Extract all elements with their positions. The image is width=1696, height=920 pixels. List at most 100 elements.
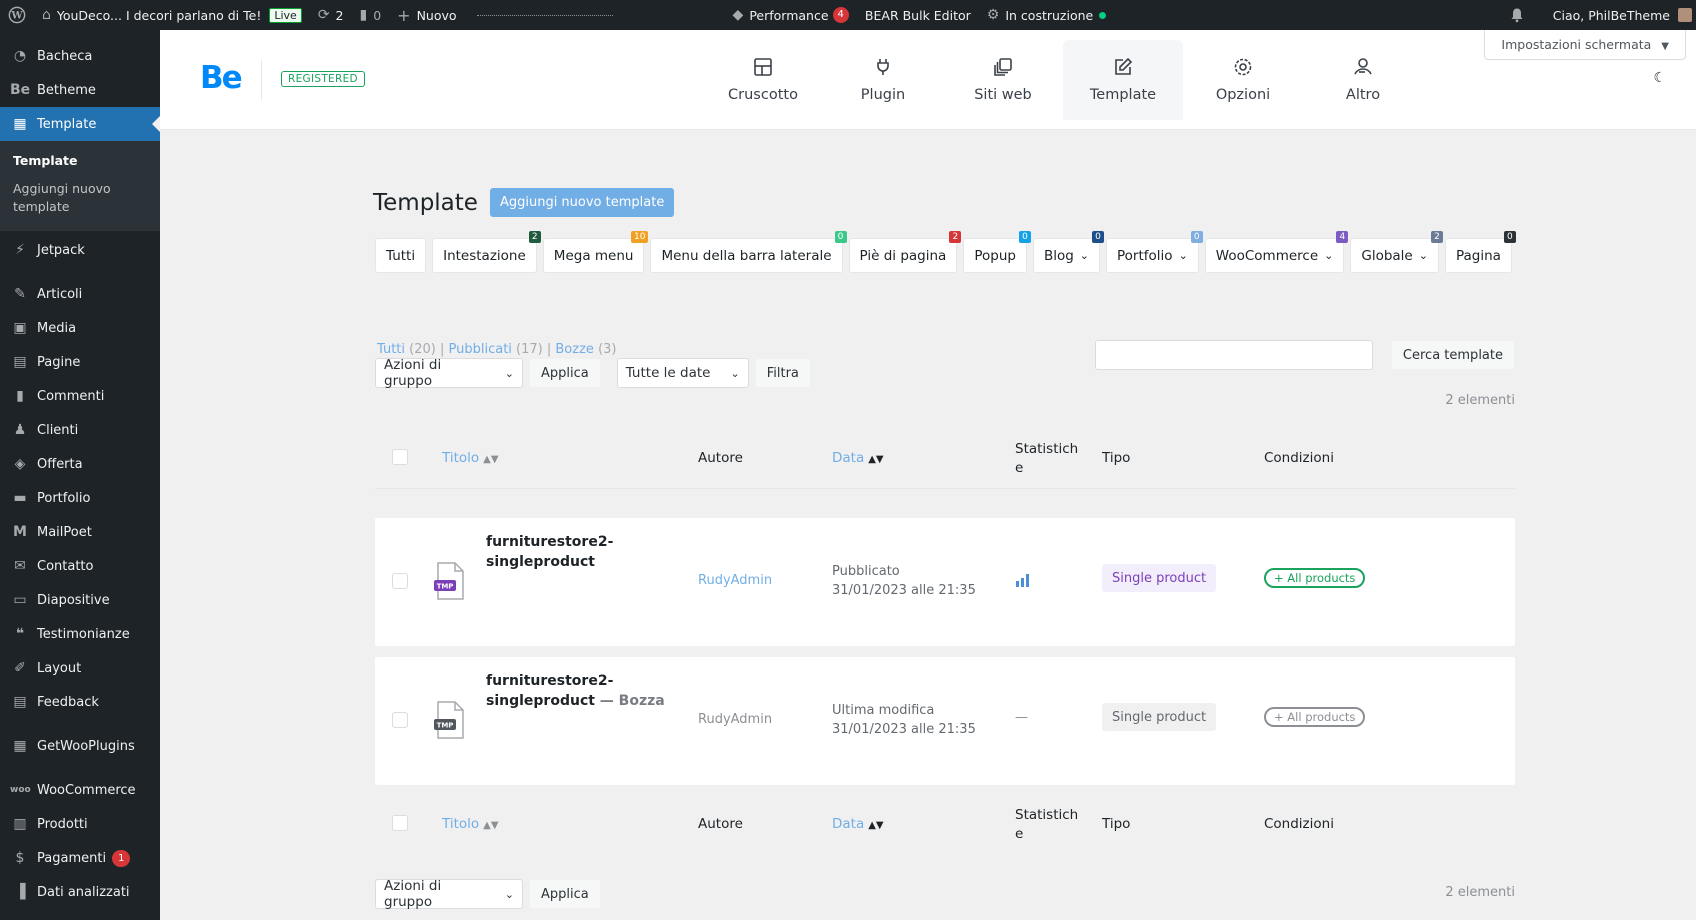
gear-icon: ⚙ [986,7,1000,23]
filter-mega-menu[interactable]: Mega menu 10 [542,231,649,273]
row-checkbox[interactable] [392,573,408,589]
filter-portfolio[interactable]: Portfolio ⌄ 0 [1106,231,1203,273]
column-date[interactable]: Data ▲▼ [832,816,884,832]
view-drafts[interactable]: Bozze (3) [555,342,616,357]
edit-icon [1115,57,1133,75]
filter-pie-di-pagina[interactable]: Piè di pagina 2 [848,231,962,273]
bulk-actions-select[interactable]: Azioni di gruppo ⌄ [375,357,523,389]
view-published[interactable]: Pubblicati (17) [449,342,543,357]
filter-menu-barra-laterale[interactable]: Menu della barra laterale 0 [650,231,847,273]
sidebar-item-contatto[interactable]: ✉ Contatto [0,549,160,583]
filter-label: Globale [1361,247,1413,264]
template-submenu: Template Aggiungi nuovo template [0,141,160,232]
dark-mode-icon[interactable]: ☾ [1653,70,1666,86]
column-label: Data [832,450,865,466]
chevron-down-icon: ⌄ [730,366,740,380]
gear-icon [1234,58,1252,76]
sidebar-item-betheme[interactable]: Be Betheme [0,73,160,107]
sidebar-item-jetpack[interactable]: ⚡ Jetpack [0,233,160,267]
wordpress-logo[interactable]: W [0,0,34,30]
sidebar-item-getwooplugins[interactable]: ▦ GetWooPlugins [0,729,160,763]
sidebar-item-dati-analizzati[interactable]: ▐ Dati analizzati [0,875,160,909]
submenu-add-new-template[interactable]: Aggiungi nuovo template [0,175,160,221]
row-title-link[interactable]: furniturestore2- singleproduct — Bozza [486,671,665,711]
tab-template[interactable]: Template [1063,40,1183,120]
apply-button-bottom[interactable]: Applica [529,879,601,909]
sidebar-item-clienti[interactable]: ♟ Clienti [0,413,160,447]
select-value: Azioni di gruppo [384,878,442,910]
tab-cruscotto[interactable]: Cruscotto [703,40,823,120]
plugin-icon: ▦ [13,738,27,755]
row-title-link[interactable]: furniturestore2- singleproduct [486,532,613,572]
condition-badge[interactable]: + All products [1264,568,1366,588]
view-all[interactable]: Tutti (20) [377,342,436,357]
table-row[interactable]: TMP furniturestore2- singleproduct RudyAd… [375,518,1515,646]
account-link[interactable]: Ciao, PhilBeTheme [1545,0,1696,30]
sidebar-item-testimonianze[interactable]: ❝ Testimonianze [0,617,160,651]
sidebar-item-template[interactable]: ▦ Template [0,107,160,141]
sidebar-item-diapositive[interactable]: ▭ Diapositive [0,583,160,617]
bulk-actions-select-bottom[interactable]: Azioni di gruppo ⌄ [375,878,523,910]
stats-chart-icon[interactable] [1015,572,1033,588]
column-title[interactable]: Titolo ▲▼ [442,816,499,832]
sidebar-item-pagamenti[interactable]: $ Pagamenti 1 [0,841,160,875]
sidebar-item-prodotti[interactable]: ▥ Prodotti [0,807,160,841]
filter-intestazione[interactable]: Intestazione 2 [432,231,541,273]
screen-options-button[interactable]: Impostazioni schermata ▼ [1484,30,1686,60]
sidebar-item-pagine[interactable]: ▤ Pagine [0,345,160,379]
notifications-link[interactable] [1501,0,1545,30]
column-label: Statistich [1015,441,1079,457]
dates-select[interactable]: Tutte le date ⌄ [616,358,749,388]
filter-popup[interactable]: Popup 0 [963,231,1031,273]
payment-icon: $ [15,850,25,867]
svg-text:W: W [10,11,23,22]
select-all-checkbox[interactable] [392,815,408,831]
maintenance-link[interactable]: ⚙ In costruzione [979,0,1114,30]
sidebar-item-offerta[interactable]: ◈ Offerta [0,447,160,481]
updates-link[interactable]: ⟳ 2 [310,0,352,30]
comments-link[interactable]: ▮ 0 [352,0,390,30]
apply-button[interactable]: Applica [529,358,601,388]
filter-button[interactable]: Filtra [754,358,811,388]
tab-opzioni[interactable]: Opzioni [1183,40,1303,120]
select-all-checkbox[interactable] [392,449,408,465]
new-content-link[interactable]: + Nuovo [389,0,464,30]
sidebar-item-mailpoet[interactable]: M MailPoet [0,515,160,549]
sidebar-item-layout[interactable]: ✐ Layout [0,651,160,685]
table-row[interactable]: TMP furniturestore2- singleproduct — Bozz… [375,657,1515,785]
filter-count: 0 [1018,231,1031,243]
sidebar-item-commenti[interactable]: ▮ Commenti [0,379,160,413]
row-author-link[interactable]: RudyAdmin [698,573,772,588]
bear-link[interactable]: BEAR Bulk Editor [857,0,979,30]
search-input[interactable] [1095,340,1373,370]
media-icon: ▣ [13,320,27,337]
add-new-template-button[interactable]: Aggiungi nuovo template [489,188,675,217]
sidebar-item-media[interactable]: ▣ Media [0,311,160,345]
tab-siti-web[interactable]: Siti web [943,40,1063,120]
filter-woocommerce[interactable]: WooCommerce ⌄ 4 [1204,231,1349,273]
filter-globale[interactable]: Globale ⌄ 2 [1350,231,1443,273]
filter-pagina[interactable]: Pagina 0 [1444,231,1516,273]
column-title[interactable]: Titolo ▲▼ [442,450,499,466]
be-logo[interactable]: Be [200,60,243,96]
search-templates-button[interactable]: Cerca template [1390,340,1515,370]
sidebar-item-portfolio[interactable]: ▬ Portfolio [0,481,160,515]
sidebar-item-articoli[interactable]: ✎ Articoli [0,277,160,311]
admin-search[interactable] [476,14,613,16]
chevron-down-icon: ⌄ [504,366,514,380]
tab-label: Plugin [860,87,906,103]
tab-altro[interactable]: Altro [1303,40,1423,120]
sidebar-item-woocommerce[interactable]: woo WooCommerce [0,773,160,807]
column-date[interactable]: Data ▲▼ [832,450,884,466]
tab-plugin[interactable]: Plugin [823,40,943,120]
performance-link[interactable]: ◆ Performance 4 [725,0,857,30]
sidebar-item-feedback[interactable]: ▤ Feedback [0,685,160,719]
filter-blog[interactable]: Blog ⌄ 0 [1032,231,1105,273]
condition-badge[interactable]: + All products [1264,707,1366,727]
site-name-link[interactable]: ⌂ YouDeco... I decori parlano di Te! Liv… [34,0,310,30]
submenu-template[interactable]: Template [0,147,160,175]
row-checkbox[interactable] [392,712,408,728]
admin-bar: W ⌂ YouDeco... I decori parlano di Te! L… [0,0,1696,30]
sidebar-item-bacheca[interactable]: ◔ Bacheca [0,39,160,73]
filter-tutti[interactable]: Tutti [375,238,427,273]
